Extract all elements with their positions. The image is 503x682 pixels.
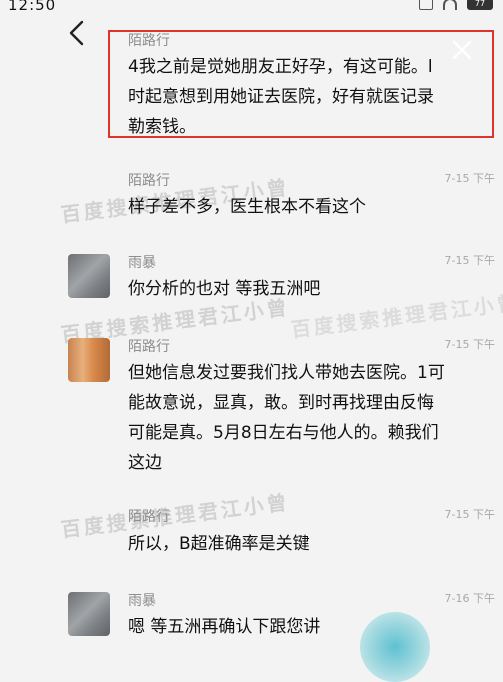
avatar[interactable] <box>68 254 110 298</box>
status-bar: 12:50 77 <box>0 0 503 16</box>
message-text: 嗯 等五洲再确认下跟您讲 <box>128 617 321 637</box>
message-time: 7-15 下午 <box>444 338 495 351</box>
message-text: 样子差不多，医生根本不看这个 <box>128 197 366 217</box>
message-time: 7-15 下午 <box>444 172 495 185</box>
sender-name: 陌路行 <box>128 173 170 189</box>
close-icon[interactable] <box>448 36 476 64</box>
wifi-icon <box>443 0 457 10</box>
message-text: 但她信息发过要我们找人带她去医院。1可 能故意说，显真，敢。到时再找理由反悔 可… <box>128 363 445 473</box>
sender-name: 陌路行 <box>128 339 170 355</box>
sim-icon <box>419 0 433 10</box>
sender-name: 陌路行 <box>128 509 170 525</box>
message-text: 你分析的也对 等我五洲吧 <box>128 279 321 299</box>
highlight-box <box>108 30 494 138</box>
message-time: 7-15 下午 <box>444 508 495 521</box>
battery-icon: 77 <box>467 0 493 10</box>
message-text: 所以，B超准确率是关键 <box>128 534 310 554</box>
status-time: 12:50 <box>8 0 57 14</box>
avatar[interactable] <box>68 592 110 636</box>
avatar[interactable] <box>68 338 110 382</box>
sender-name: 雨暴 <box>128 593 156 609</box>
status-icons: 77 <box>419 0 493 10</box>
floating-action-button[interactable] <box>360 612 430 682</box>
message-time: 7-15 下午 <box>444 254 495 267</box>
message-time: 7-16 下午 <box>444 592 495 605</box>
back-chevron-icon[interactable] <box>64 18 92 48</box>
sender-name: 雨暴 <box>128 255 156 271</box>
